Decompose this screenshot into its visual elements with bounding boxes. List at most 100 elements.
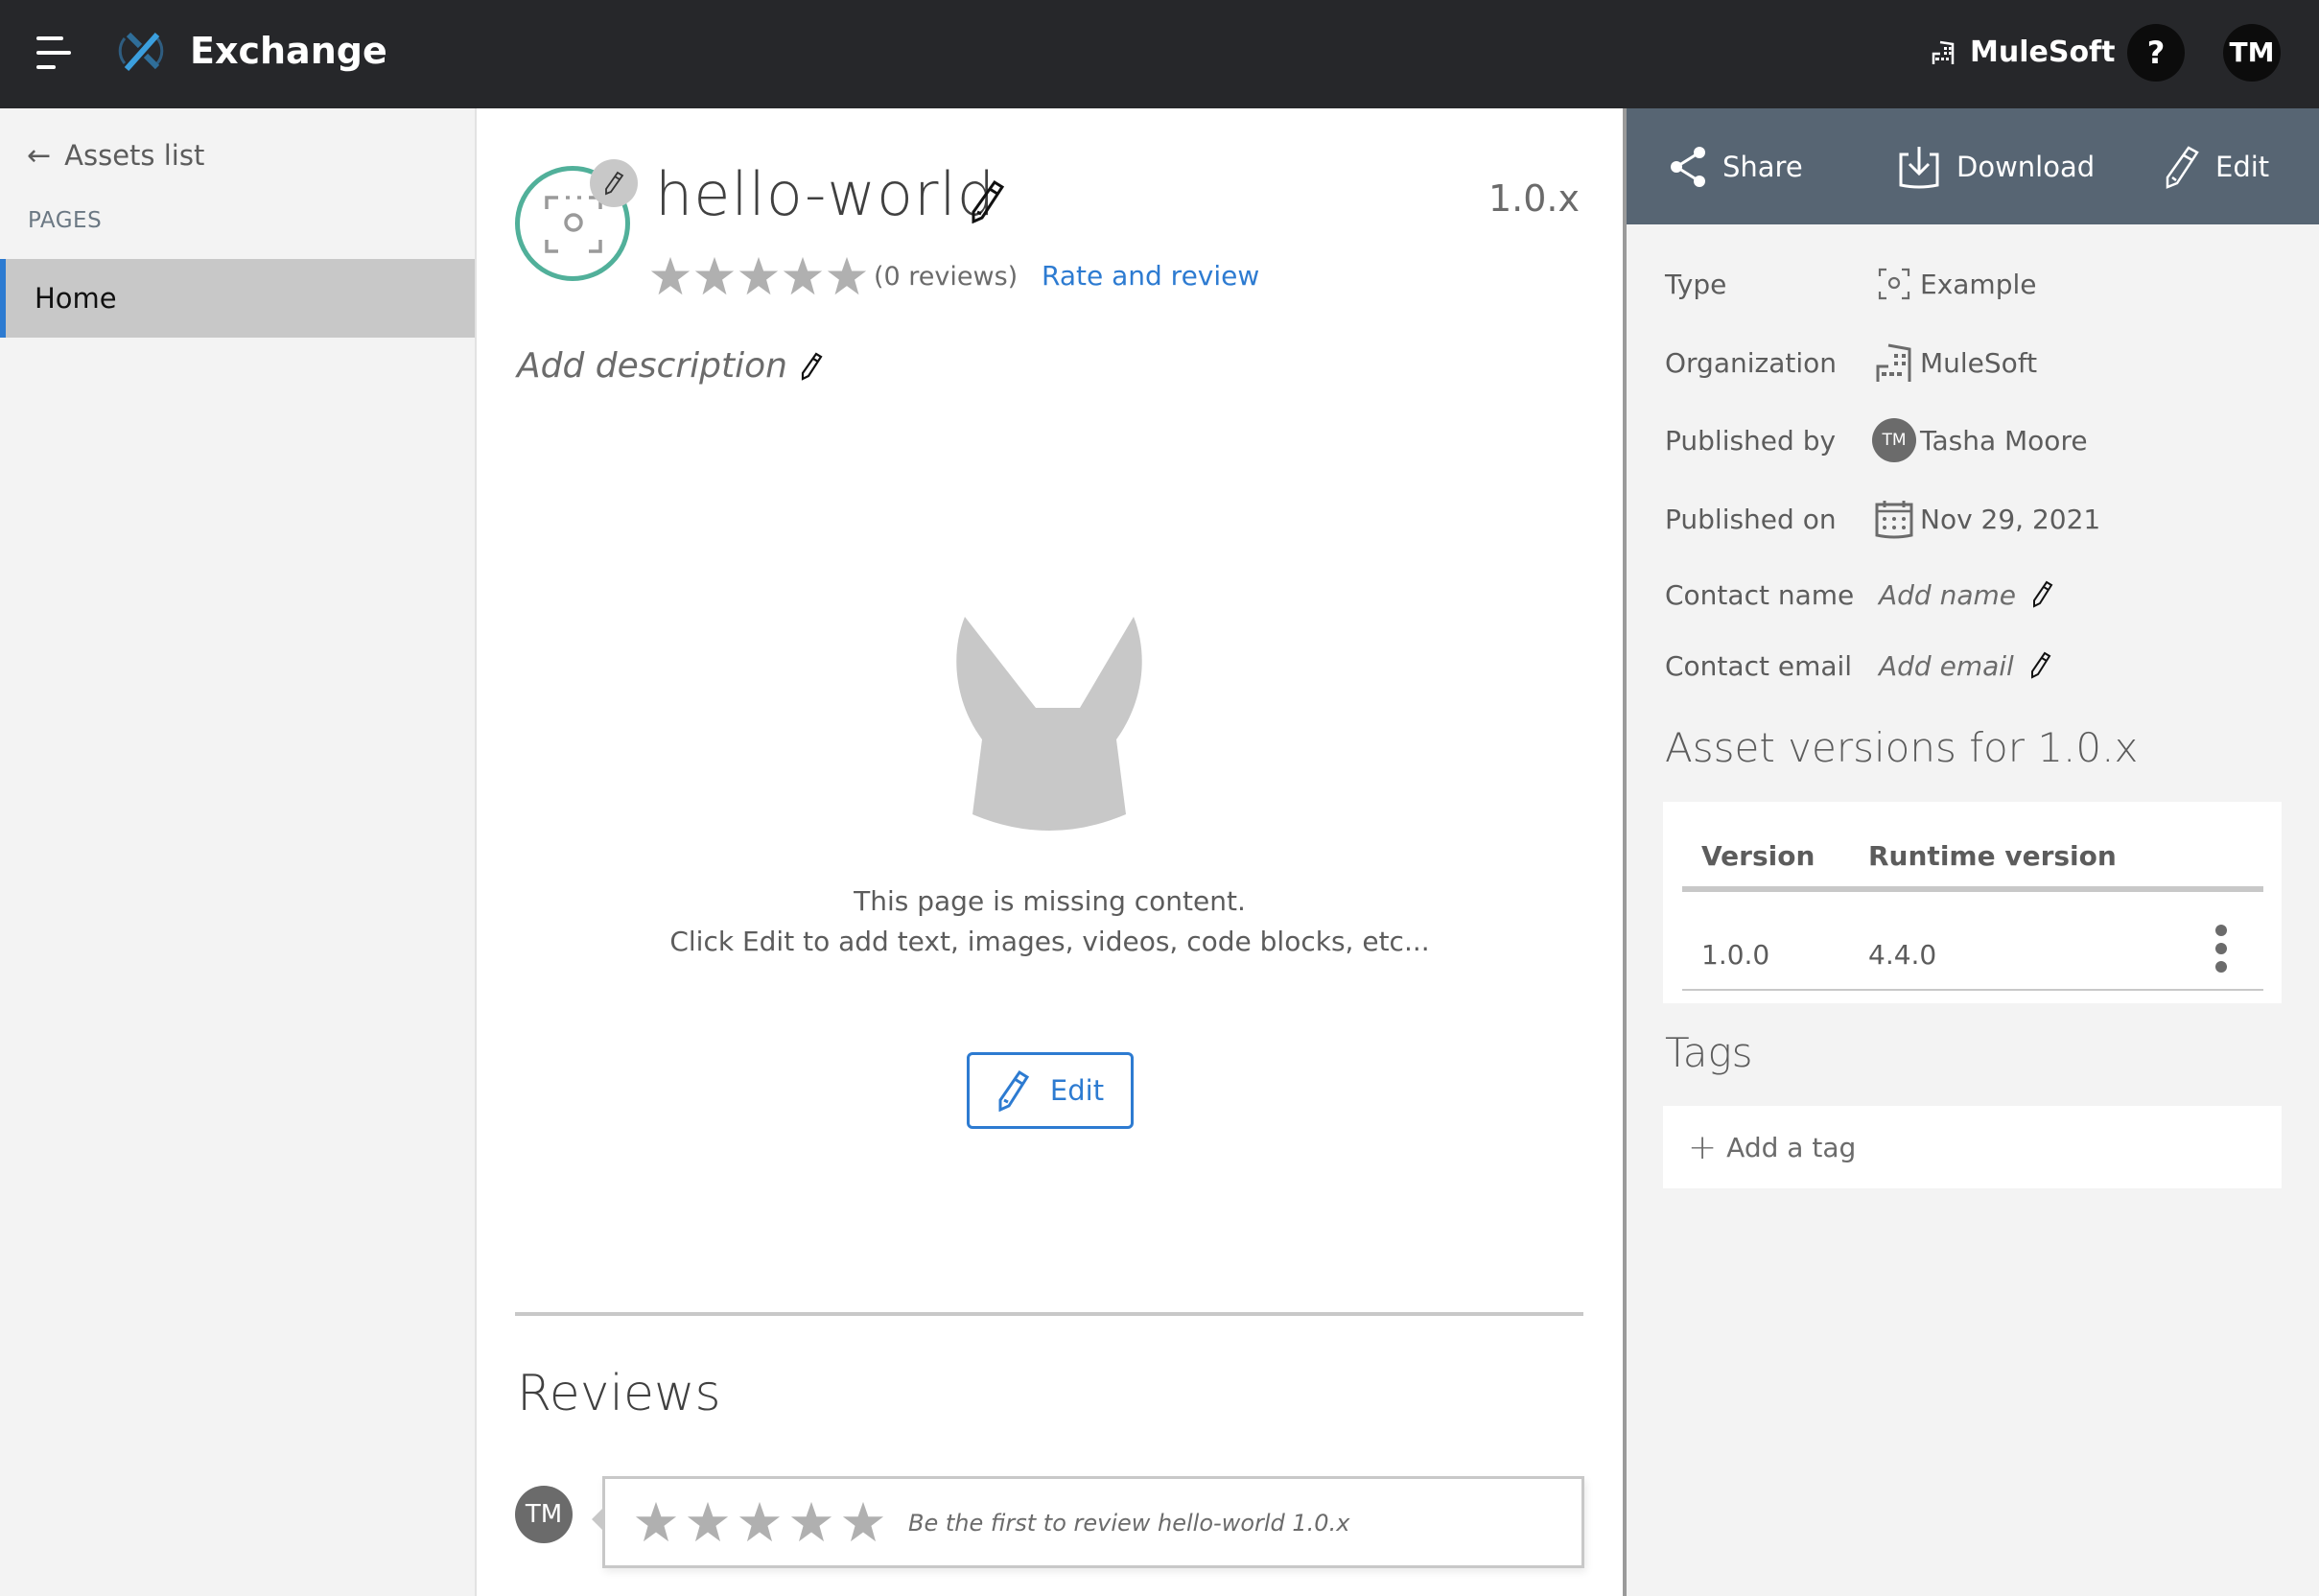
row-divider	[1682, 989, 2263, 991]
star-icon	[783, 256, 823, 295]
contact-name-placeholder: Add name	[1879, 578, 2017, 611]
contact-email-field[interactable]: Add email	[1879, 650, 2052, 682]
hamburger-icon	[36, 36, 63, 40]
organization-switcher[interactable]: MuleSoft	[1932, 31, 2115, 73]
review-prompt: Be the first to review hello-world 1.0.x	[908, 1510, 1350, 1537]
sidebar-item-home[interactable]: Home	[0, 259, 475, 338]
share-button[interactable]: Share	[1669, 108, 1803, 224]
version-group-label: 1.0.x	[1488, 177, 1580, 220]
user-avatar-button[interactable]: TM	[2223, 24, 2281, 82]
assets-list-back-link[interactable]: ← Assets list	[27, 131, 204, 179]
main-content: hello-world 1.0.x (0 reviews) Rate and r…	[477, 108, 1623, 1596]
pencil-icon	[2033, 580, 2053, 608]
hamburger-icon-line	[36, 51, 71, 55]
hamburger-icon-line	[36, 65, 56, 69]
star-icon[interactable]	[789, 1500, 833, 1544]
edit-button-label: Edit	[1049, 1074, 1105, 1107]
star-icon[interactable]	[686, 1500, 730, 1544]
empty-content-hint: Click Edit to add text, images, videos, …	[669, 926, 1430, 957]
published-by-value: Tasha Moore	[1920, 424, 2088, 457]
plus-icon: +	[1688, 1127, 1718, 1167]
add-description-field[interactable]: Add description	[517, 346, 824, 386]
menu-button[interactable]	[36, 36, 73, 69]
contact-email-placeholder: Add email	[1879, 649, 2014, 682]
star-icon	[738, 256, 779, 295]
pencil-icon	[2166, 145, 2199, 189]
runtime-version-cell: 4.4.0	[1868, 939, 1937, 971]
add-tag-label: Add a tag	[1726, 1131, 1857, 1163]
contact-name-field[interactable]: Add name	[1879, 579, 2054, 611]
example-type-icon	[545, 196, 602, 253]
edit-page-button[interactable]: Edit	[967, 1052, 1134, 1129]
building-icon	[1872, 340, 1916, 385]
pencil-icon	[605, 171, 624, 196]
star-icon	[694, 256, 735, 295]
published-on-value: Nov 29, 2021	[1920, 503, 2101, 535]
left-sidebar: ← Assets list PAGES Home	[0, 108, 477, 1596]
pages-section-label: PAGES	[28, 208, 103, 233]
add-description-placeholder: Add description	[517, 346, 787, 386]
star-icon	[650, 256, 691, 295]
star-icon[interactable]	[634, 1500, 678, 1544]
help-button[interactable]: ?	[2127, 24, 2185, 82]
asset-versions-table: Version Runtime version 1.0.0 4.4.0	[1663, 802, 2282, 1003]
published-on-label: Published on	[1665, 503, 1837, 535]
calendar-icon	[1872, 497, 1916, 541]
column-header-version: Version	[1701, 840, 1815, 872]
download-label: Download	[1956, 150, 2096, 183]
app-title: Exchange	[190, 30, 387, 72]
rate-and-review-link[interactable]: Rate and review	[1042, 260, 1259, 292]
section-divider	[515, 1312, 1583, 1316]
example-type-icon	[1872, 262, 1916, 306]
type-label: Type	[1665, 268, 1727, 300]
edit-label: Edit	[2215, 150, 2270, 183]
write-review-box[interactable]: Be the first to review hello-world 1.0.x	[592, 1476, 1584, 1568]
asset-details-panel: Share Download Edit Type Example Organiz…	[1623, 108, 2319, 1596]
organization-label: Organization	[1665, 346, 1838, 379]
pencil-icon	[801, 352, 823, 381]
empty-page-illustration	[956, 617, 1142, 831]
empty-content-message: This page is missing content.	[854, 885, 1246, 917]
download-button[interactable]: Download	[1897, 108, 2095, 224]
publisher-avatar: TM	[1872, 418, 1916, 462]
contact-email-label: Contact email	[1665, 649, 1853, 682]
column-header-runtime-version: Runtime version	[1868, 840, 2117, 872]
edit-asset-button[interactable]: Edit	[2164, 108, 2269, 224]
star-icon	[827, 256, 867, 295]
edit-title-pencil-icon[interactable]	[968, 179, 1006, 223]
add-tag-button[interactable]: + Add a tag	[1688, 1123, 1856, 1171]
contact-name-label: Contact name	[1665, 578, 1855, 611]
reviewer-avatar: TM	[515, 1486, 573, 1543]
pencil-icon	[998, 1069, 1029, 1112]
asset-versions-heading: Asset versions for 1.0.x	[1665, 724, 2139, 771]
exchange-logo-icon	[118, 32, 164, 71]
star-icon[interactable]	[841, 1500, 885, 1544]
tags-heading: Tags	[1665, 1029, 1753, 1076]
speech-pointer	[592, 1508, 603, 1531]
pencil-icon	[2030, 651, 2051, 679]
version-cell[interactable]: 1.0.0	[1701, 939, 1769, 971]
organization-name: MuleSoft	[1970, 35, 2116, 69]
reviews-count: (0 reviews)	[874, 261, 1019, 292]
share-label: Share	[1722, 150, 1803, 183]
arrow-left-icon: ←	[27, 138, 52, 173]
type-value: Example	[1920, 268, 2037, 300]
asset-title: hello-world	[655, 159, 996, 229]
action-bar: Share Download Edit	[1627, 108, 2319, 224]
top-navigation-bar: Exchange MuleSoft ? TM	[0, 0, 2319, 108]
published-by-label: Published by	[1665, 424, 1837, 457]
row-actions-kebab-icon[interactable]	[2210, 925, 2233, 973]
publisher-initials: TM	[1872, 418, 1916, 462]
organization-value: MuleSoft	[1920, 346, 2038, 379]
header-divider	[1682, 886, 2263, 892]
asset-rating: (0 reviews)	[649, 255, 1018, 297]
edit-asset-icon-button[interactable]	[590, 159, 638, 207]
share-icon	[1671, 146, 1705, 187]
review-star-rating	[634, 1500, 893, 1544]
building-icon	[1932, 40, 1955, 64]
star-icon[interactable]	[738, 1500, 782, 1544]
tags-box: + Add a tag	[1663, 1106, 2282, 1188]
reviews-heading: Reviews	[517, 1365, 721, 1422]
download-icon	[1899, 146, 1939, 188]
back-link-label: Assets list	[64, 139, 205, 172]
